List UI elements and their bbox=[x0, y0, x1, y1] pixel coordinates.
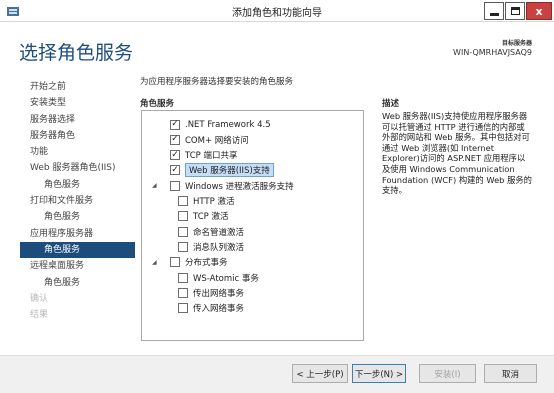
page-title: 选择角色服务 bbox=[19, 42, 134, 64]
checkbox[interactable] bbox=[178, 226, 188, 237]
check-icon: ✓ bbox=[171, 119, 179, 129]
checkbox[interactable] bbox=[170, 257, 180, 268]
check-icon: ✓ bbox=[171, 134, 179, 145]
destination-server-label: 目标服务器 bbox=[501, 40, 532, 47]
nav-item[interactable]: 服务器选择 bbox=[20, 112, 135, 128]
expand-arrow-icon[interactable]: ◢ bbox=[152, 182, 158, 189]
nav-item[interactable]: Web 服务器角色(IIS) bbox=[20, 160, 135, 176]
close-icon: x bbox=[535, 4, 543, 18]
role-service-item[interactable]: TCP 激活 bbox=[178, 209, 228, 224]
role-services-tree[interactable]: ✓ .NET Framework 4.5 ✓ COM+ 网络访问 ✓ TCP 端口共享 ✓ W… bbox=[141, 110, 364, 341]
nav-item: 确认 bbox=[30, 293, 49, 304]
next-button[interactable]: 下一步(N) > bbox=[352, 364, 406, 383]
install-button[interactable]: 安装(I) bbox=[419, 364, 476, 383]
checkbox[interactable] bbox=[178, 211, 188, 222]
role-service-item[interactable]: WS-Atomic 事务 bbox=[178, 270, 259, 285]
checkbox[interactable] bbox=[178, 241, 188, 252]
wizard-navigation: 开始之前 安装类型 服务器选择 服务器角色 功能 Web 服务器角色(IIS) 角色服务 打印… bbox=[20, 79, 135, 323]
role-service-label: 命名管道激活 bbox=[193, 227, 245, 238]
role-service-item[interactable]: 消息队列激活 bbox=[178, 239, 244, 254]
footer-bar: < 上一步(P) 下一步(N) > 安装(I) 取消 bbox=[0, 355, 554, 393]
role-service-label: 分布式事务 bbox=[185, 258, 228, 269]
previous-button[interactable]: < 上一步(P) bbox=[292, 364, 348, 383]
nav-item[interactable]: 远程桌面服务 bbox=[20, 258, 135, 274]
checkbox[interactable] bbox=[178, 272, 188, 283]
nav-item[interactable]: 角色服务 bbox=[20, 275, 135, 291]
role-service-item[interactable]: ✓ .NET Framework 4.5 bbox=[152, 117, 271, 132]
role-service-item[interactable]: ✓ Web 服务器(IIS)支持 bbox=[152, 163, 274, 178]
nav-item[interactable]: 角色服务 bbox=[20, 209, 135, 225]
check-icon: ✓ bbox=[171, 164, 179, 175]
minimize-icon bbox=[489, 12, 499, 16]
nav-item[interactable]: 打印和文件服务 bbox=[20, 193, 135, 209]
role-service-item[interactable]: 传入网络事务 bbox=[178, 301, 244, 316]
expand-arrow-icon[interactable]: ◢ bbox=[152, 259, 158, 266]
role-service-item[interactable]: ◢ 分布式事务 bbox=[152, 255, 228, 270]
description-text: Web 服务器(IIS)支持使应用程序服务器可以托管通过 HTTP 进行通信的内… bbox=[382, 111, 532, 196]
role-service-item[interactable]: ✓ COM+ 网络访问 bbox=[152, 132, 249, 147]
checkbox[interactable] bbox=[178, 196, 188, 206]
window-title: 添加角色和功能向导 bbox=[232, 8, 322, 19]
nav-item[interactable]: 开始之前 bbox=[20, 79, 135, 95]
checkbox[interactable] bbox=[178, 287, 188, 298]
maximize-icon bbox=[510, 7, 520, 15]
destination-server-name: WIN-QMRHAVJSAQ9 bbox=[453, 48, 532, 57]
description-label: 描述 bbox=[382, 99, 400, 109]
role-service-item[interactable]: 传出网络事务 bbox=[178, 285, 244, 300]
maximize-button[interactable] bbox=[505, 2, 525, 20]
role-service-label: 传出网络事务 bbox=[193, 288, 245, 299]
nav-item[interactable]: 服务器角色 bbox=[20, 128, 135, 144]
close-button[interactable]: x bbox=[526, 2, 552, 20]
nav-item[interactable]: 角色服务 bbox=[20, 177, 135, 193]
checkbox[interactable]: ✓ bbox=[170, 119, 180, 130]
role-service-label: .NET Framework 4.5 bbox=[185, 119, 271, 130]
checkbox[interactable] bbox=[170, 180, 180, 191]
role-services-label: 角色服务 bbox=[140, 99, 175, 109]
role-service-label: 传入网络事务 bbox=[193, 304, 245, 315]
minimize-button[interactable] bbox=[484, 2, 504, 20]
check-icon: ✓ bbox=[171, 149, 179, 160]
role-service-label: 消息队列激活 bbox=[193, 242, 245, 253]
role-service-item[interactable]: ◢ Windows 进程激活服务支持 bbox=[152, 178, 294, 193]
checkbox[interactable]: ✓ bbox=[170, 134, 180, 145]
nav-item[interactable]: 应用程序服务器 bbox=[20, 226, 135, 242]
role-service-label: Windows 进程激活服务支持 bbox=[185, 181, 294, 192]
role-service-label: TCP 激活 bbox=[193, 212, 229, 223]
role-service-item[interactable]: ✓ TCP 端口共享 bbox=[152, 148, 237, 163]
role-service-item[interactable]: HTTP 激活 bbox=[178, 194, 234, 209]
nav-item[interactable]: 安装类型 bbox=[20, 95, 135, 111]
destination-server: 目标服务器 WIN-QMRHAVJSAQ9 bbox=[453, 38, 532, 57]
role-service-label: HTTP 激活 bbox=[193, 197, 235, 207]
role-service-label: Web 服务器(IIS)支持 bbox=[185, 163, 274, 178]
nav-item: 结果 bbox=[30, 310, 49, 321]
intro-text: 为应用程序服务器选择要安装的角色服务 bbox=[140, 77, 294, 87]
checkbox[interactable] bbox=[178, 303, 188, 314]
role-service-label: COM+ 网络访问 bbox=[185, 135, 249, 146]
cancel-button[interactable]: 取消 bbox=[484, 364, 537, 383]
title-bar: 添加角色和功能向导 x bbox=[0, 0, 554, 22]
nav-item[interactable]: 功能 bbox=[20, 144, 135, 160]
nav-item[interactable]: 角色服务 bbox=[20, 241, 135, 259]
checkbox[interactable]: ✓ bbox=[170, 149, 180, 161]
role-service-item[interactable]: 命名管道激活 bbox=[178, 224, 244, 239]
role-service-label: TCP 端口共享 bbox=[185, 151, 238, 162]
checkbox[interactable]: ✓ bbox=[170, 164, 180, 176]
role-service-label: WS-Atomic 事务 bbox=[193, 273, 259, 284]
